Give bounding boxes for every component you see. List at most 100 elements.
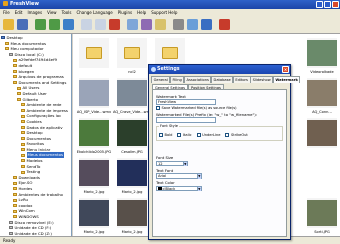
drive-icon	[9, 226, 13, 230]
thumbnail[interactable]: Ekolchiblo2005.JPG	[75, 116, 113, 158]
minimize-button[interactable]	[316, 1, 323, 8]
thumbnail[interactable]: ncl2	[113, 36, 151, 78]
save-watermarked-row[interactable]: Save Watermarked file(s) as source file(…	[156, 106, 283, 110]
photo-image	[79, 120, 109, 146]
menu-support-help[interactable]: Support Help	[151, 10, 177, 15]
chevron-down-icon[interactable]: ▼	[196, 174, 201, 179]
italic-checkbox[interactable]	[177, 132, 182, 137]
bold-label: Bold	[164, 132, 173, 137]
style-underline-row[interactable]: UnderLine	[196, 132, 221, 137]
font-size-select[interactable]: 12 ▼	[156, 160, 188, 166]
font-size-label: Font Size	[156, 155, 174, 160]
photo-thumbnail	[79, 118, 109, 148]
thumbnail[interactable]	[303, 116, 340, 158]
move-icon[interactable]	[95, 19, 106, 30]
folder-icon	[17, 97, 21, 101]
menu-edit[interactable]: Edit	[15, 10, 23, 15]
thumbnail[interactable]: Mario_2.jpg	[75, 156, 113, 198]
save-watermarked-checkbox[interactable]	[156, 106, 160, 110]
folder-icon	[162, 47, 178, 59]
thumbnail[interactable]	[75, 36, 113, 78]
copy-icon[interactable]	[81, 19, 92, 30]
delete-icon[interactable]	[109, 19, 120, 30]
thumbnail[interactable]: AQ_ISP_Vide...wmv	[75, 76, 113, 118]
menu-view[interactable]: View	[47, 10, 57, 15]
watermark-text-input[interactable]: FreshView	[156, 99, 216, 105]
toolbar	[0, 16, 340, 34]
thumbnail[interactable]: Mario_2.jpg	[75, 196, 113, 236]
thumbnail[interactable]: Mario_2.jpg	[113, 196, 151, 236]
folder-icon	[21, 136, 25, 140]
tab-editors[interactable]: Editors	[232, 76, 251, 83]
tab-associations[interactable]: Associations	[183, 76, 212, 83]
tab-watermark[interactable]: Watermark	[272, 76, 301, 83]
prefix-input[interactable]	[156, 117, 216, 123]
tab-database[interactable]: Database	[210, 76, 234, 83]
menu-help[interactable]: Help	[137, 10, 146, 15]
slideshow-icon[interactable]	[141, 19, 152, 30]
thumbnail[interactable]: AQ_Conn...	[303, 76, 340, 118]
chevron-down-icon[interactable]: ▼	[182, 161, 187, 166]
settings-icon[interactable]	[187, 19, 198, 30]
tab-general[interactable]: General	[151, 76, 171, 83]
underline-label: UnderLine	[202, 132, 221, 137]
menu-plugins[interactable]: Plugins	[118, 10, 132, 15]
menu-change-language[interactable]: Change Language	[76, 10, 112, 15]
photo-image	[307, 120, 337, 146]
drive-icon	[9, 220, 13, 224]
print-icon[interactable]	[173, 19, 184, 30]
thumbnail[interactable]: Videorolkade	[303, 36, 340, 78]
chevron-down-icon[interactable]: ▼	[196, 186, 201, 191]
tab-slideshow[interactable]: Slideshow	[250, 76, 274, 83]
open-icon[interactable]	[3, 19, 14, 30]
underline-checkbox[interactable]	[196, 132, 201, 137]
menu-file[interactable]: File	[3, 10, 10, 15]
thumbnail-caption: Videorolkade	[310, 70, 334, 74]
strikeout-checkbox[interactable]	[225, 132, 230, 137]
thumbnail[interactable]: Mario_2.jpg	[113, 156, 151, 198]
color-swatch	[158, 187, 162, 190]
menu-images[interactable]: Images	[27, 10, 42, 15]
rotate-icon[interactable]	[127, 19, 138, 30]
email-icon[interactable]	[155, 19, 166, 30]
thumbnail-caption: Cesalim.JPG	[121, 150, 143, 154]
thumbnail[interactable]: Sorti.JPG	[303, 196, 340, 236]
settings-dialog: Settings × General Filing Associations D…	[148, 64, 301, 240]
close-button[interactable]	[332, 1, 339, 8]
font-style-label: Font Style	[159, 124, 179, 128]
style-strikeout-row[interactable]: StrikeOut	[225, 132, 248, 137]
text-color-select[interactable]: clBlack ▼	[156, 185, 202, 191]
font-style-group: Font Style Bold Italic UnderLine StrikeO…	[156, 124, 283, 141]
folder-thumbnail-icon	[117, 38, 147, 68]
status-text: Ready	[3, 238, 16, 243]
text-font-select[interactable]: Arial ▼	[156, 173, 202, 179]
folder-icon	[21, 103, 25, 107]
folder-icon	[21, 148, 25, 152]
folder-icon	[124, 47, 140, 59]
save-icon[interactable]	[17, 19, 28, 30]
style-italic-row[interactable]: Italic	[177, 132, 192, 137]
photo-image	[117, 80, 147, 106]
text-font-value: Arial	[158, 174, 167, 178]
folder-icon	[13, 176, 17, 180]
dialog-close-button[interactable]: ×	[282, 66, 289, 73]
up-icon[interactable]	[63, 19, 74, 30]
menu-tools[interactable]: Tools	[62, 10, 72, 15]
back-icon[interactable]	[35, 19, 46, 30]
bold-checkbox[interactable]	[159, 132, 163, 137]
app-title: FreshView	[10, 1, 39, 7]
exit-icon[interactable]	[219, 19, 230, 30]
style-bold-row[interactable]: Bold	[159, 132, 173, 137]
thumbnail[interactable]: AQ_Crave_Vide...wmv	[113, 76, 151, 118]
help-icon[interactable]	[201, 19, 212, 30]
folder-icon	[5, 47, 9, 51]
tab-filing[interactable]: Filing	[169, 76, 185, 83]
watermark-text-label: Watermark Text	[156, 93, 186, 99]
photo-thumbnail	[117, 78, 147, 108]
photo-image	[307, 80, 337, 106]
forward-icon[interactable]	[49, 19, 60, 30]
thumbnail[interactable]: Cesalim.JPG	[113, 116, 151, 158]
folder-icon	[17, 86, 21, 90]
photo-thumbnail	[117, 118, 147, 148]
maximize-button[interactable]	[324, 1, 331, 8]
